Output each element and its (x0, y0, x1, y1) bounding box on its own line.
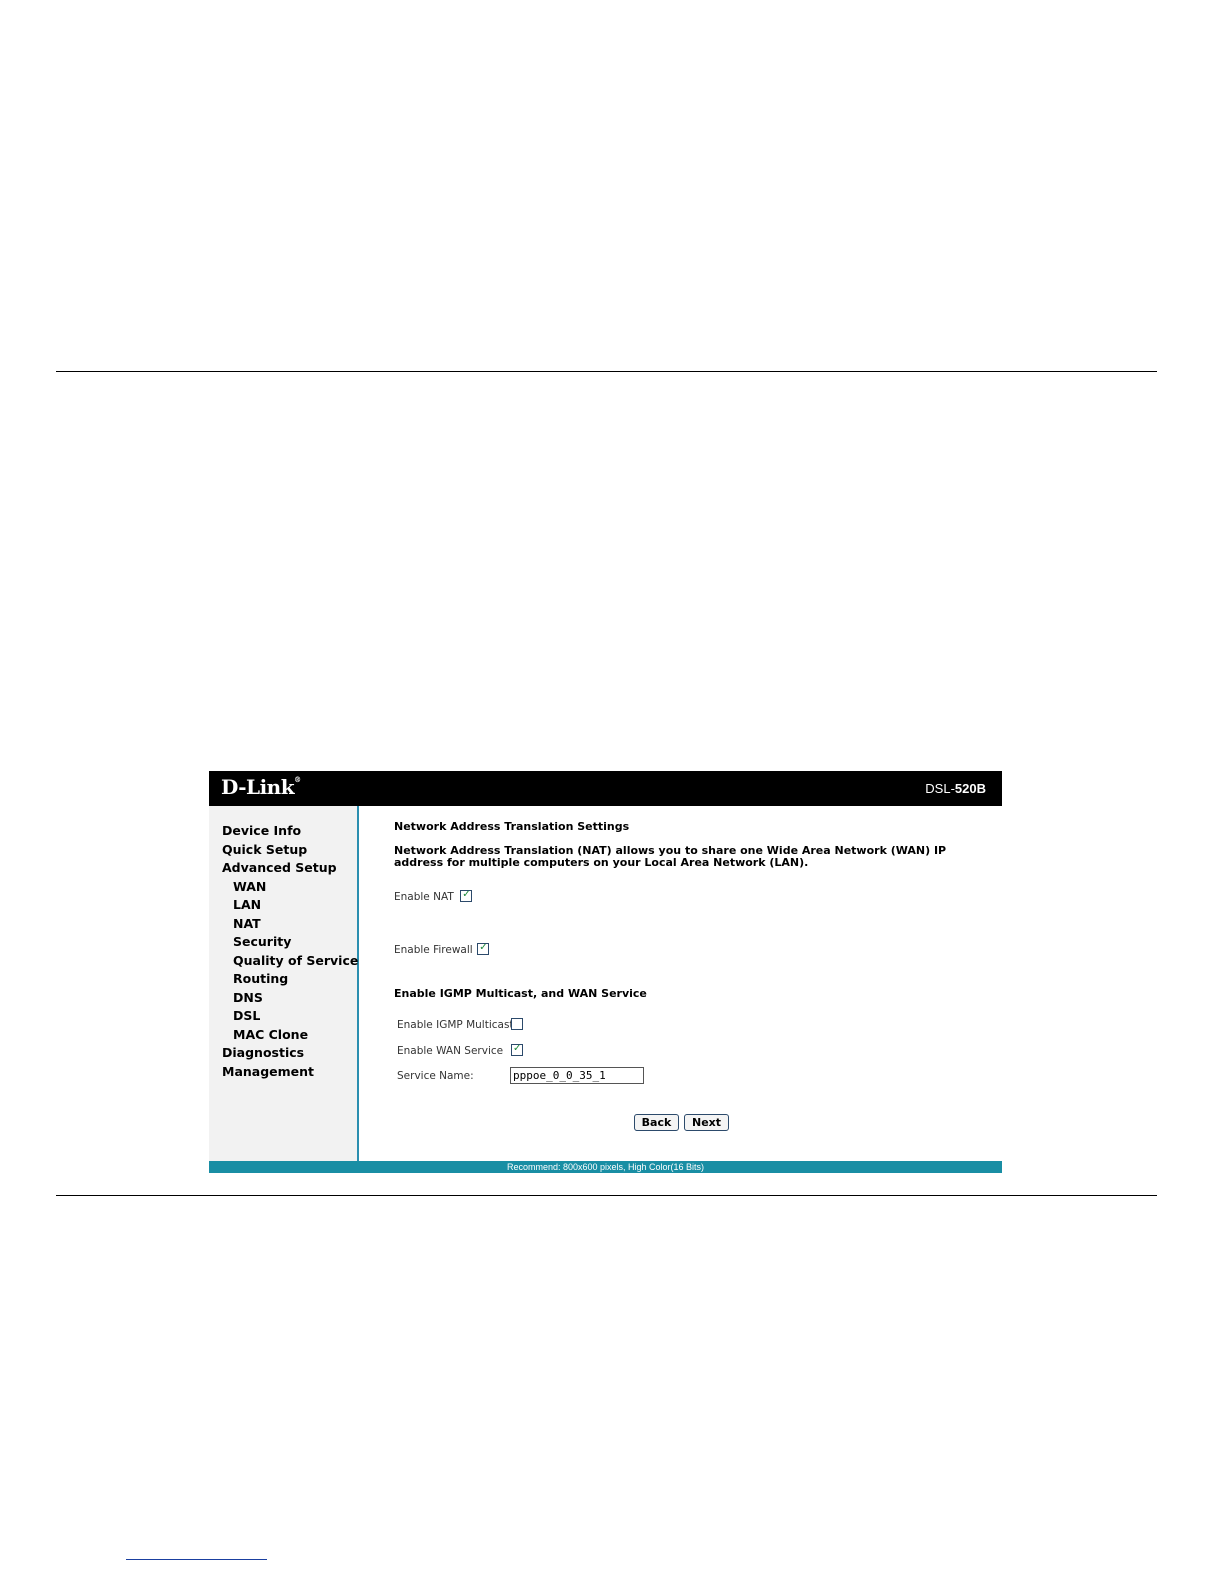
igmp-heading: Enable IGMP Multicast, and WAN Service (394, 987, 647, 1000)
service-name-label: Service Name: (397, 1070, 474, 1082)
back-button[interactable]: Back (634, 1114, 679, 1131)
sidebar-item-dsl[interactable]: DSL (222, 1007, 358, 1026)
sidebar-item-mac-clone[interactable]: MAC Clone (222, 1026, 358, 1045)
page-divider-bottom (56, 1195, 1157, 1196)
sidebar-item-device-info[interactable]: Device Info (222, 822, 358, 841)
check-icon: ✓ (462, 889, 471, 900)
footnote-rule (126, 1559, 267, 1560)
sidebar: Device Info Quick Setup Advanced Setup W… (209, 806, 359, 1161)
enable-nat-label: Enable NAT (394, 891, 454, 903)
check-icon: ✓ (479, 942, 488, 953)
enable-nat-row: Enable NAT ✓ (394, 889, 473, 903)
page-divider-top (56, 371, 1157, 372)
sidebar-item-nat[interactable]: NAT (222, 915, 358, 934)
sidebar-item-management[interactable]: Management (222, 1063, 358, 1082)
enable-igmp-label: Enable IGMP Multicast (397, 1019, 514, 1031)
sidebar-item-routing[interactable]: Routing (222, 970, 358, 989)
sidebar-item-quick-setup[interactable]: Quick Setup (222, 841, 358, 860)
nat-description: Network Address Translation (NAT) allows… (394, 844, 947, 869)
status-bar: Recommend: 800x600 pixels, High Color(16… (209, 1161, 1002, 1173)
header-banner: D-Link® DSL-520B (209, 771, 1002, 806)
sidebar-item-security[interactable]: Security (222, 933, 358, 952)
sidebar-item-diagnostics[interactable]: Diagnostics (222, 1044, 358, 1063)
next-button[interactable]: Next (684, 1114, 729, 1131)
enable-igmp-checkbox[interactable] (511, 1018, 523, 1030)
enable-wan-service-label: Enable WAN Service (397, 1045, 504, 1057)
service-name-input[interactable]: pppoe_0_0_35_1 (510, 1067, 644, 1084)
main-content: Network Address Translation Settings Net… (394, 806, 994, 1161)
check-icon: ✓ (513, 1043, 522, 1054)
page-title: Network Address Translation Settings (394, 820, 630, 833)
router-screenshot: D-Link® DSL-520B Device Info Quick Setup… (209, 771, 1002, 1173)
sidebar-item-lan[interactable]: LAN (222, 896, 358, 915)
sidebar-item-wan[interactable]: WAN (222, 878, 358, 897)
sidebar-item-dns[interactable]: DNS (222, 989, 358, 1008)
enable-nat-checkbox[interactable]: ✓ (460, 889, 473, 902)
enable-firewall-label: Enable Firewall (394, 944, 473, 956)
enable-firewall-checkbox[interactable]: ✓ (477, 942, 490, 955)
enable-wan-service-checkbox[interactable]: ✓ (511, 1043, 523, 1056)
sidebar-item-quality-of-service[interactable]: Quality of Service (222, 952, 358, 971)
enable-firewall-row: Enable Firewall ✓ (394, 942, 490, 956)
sidebar-nav: Device Info Quick Setup Advanced Setup W… (222, 822, 358, 1081)
dlink-logo: D-Link® (221, 775, 301, 799)
sidebar-item-advanced-setup[interactable]: Advanced Setup (222, 859, 358, 878)
model-name: DSL-520B (925, 781, 986, 796)
